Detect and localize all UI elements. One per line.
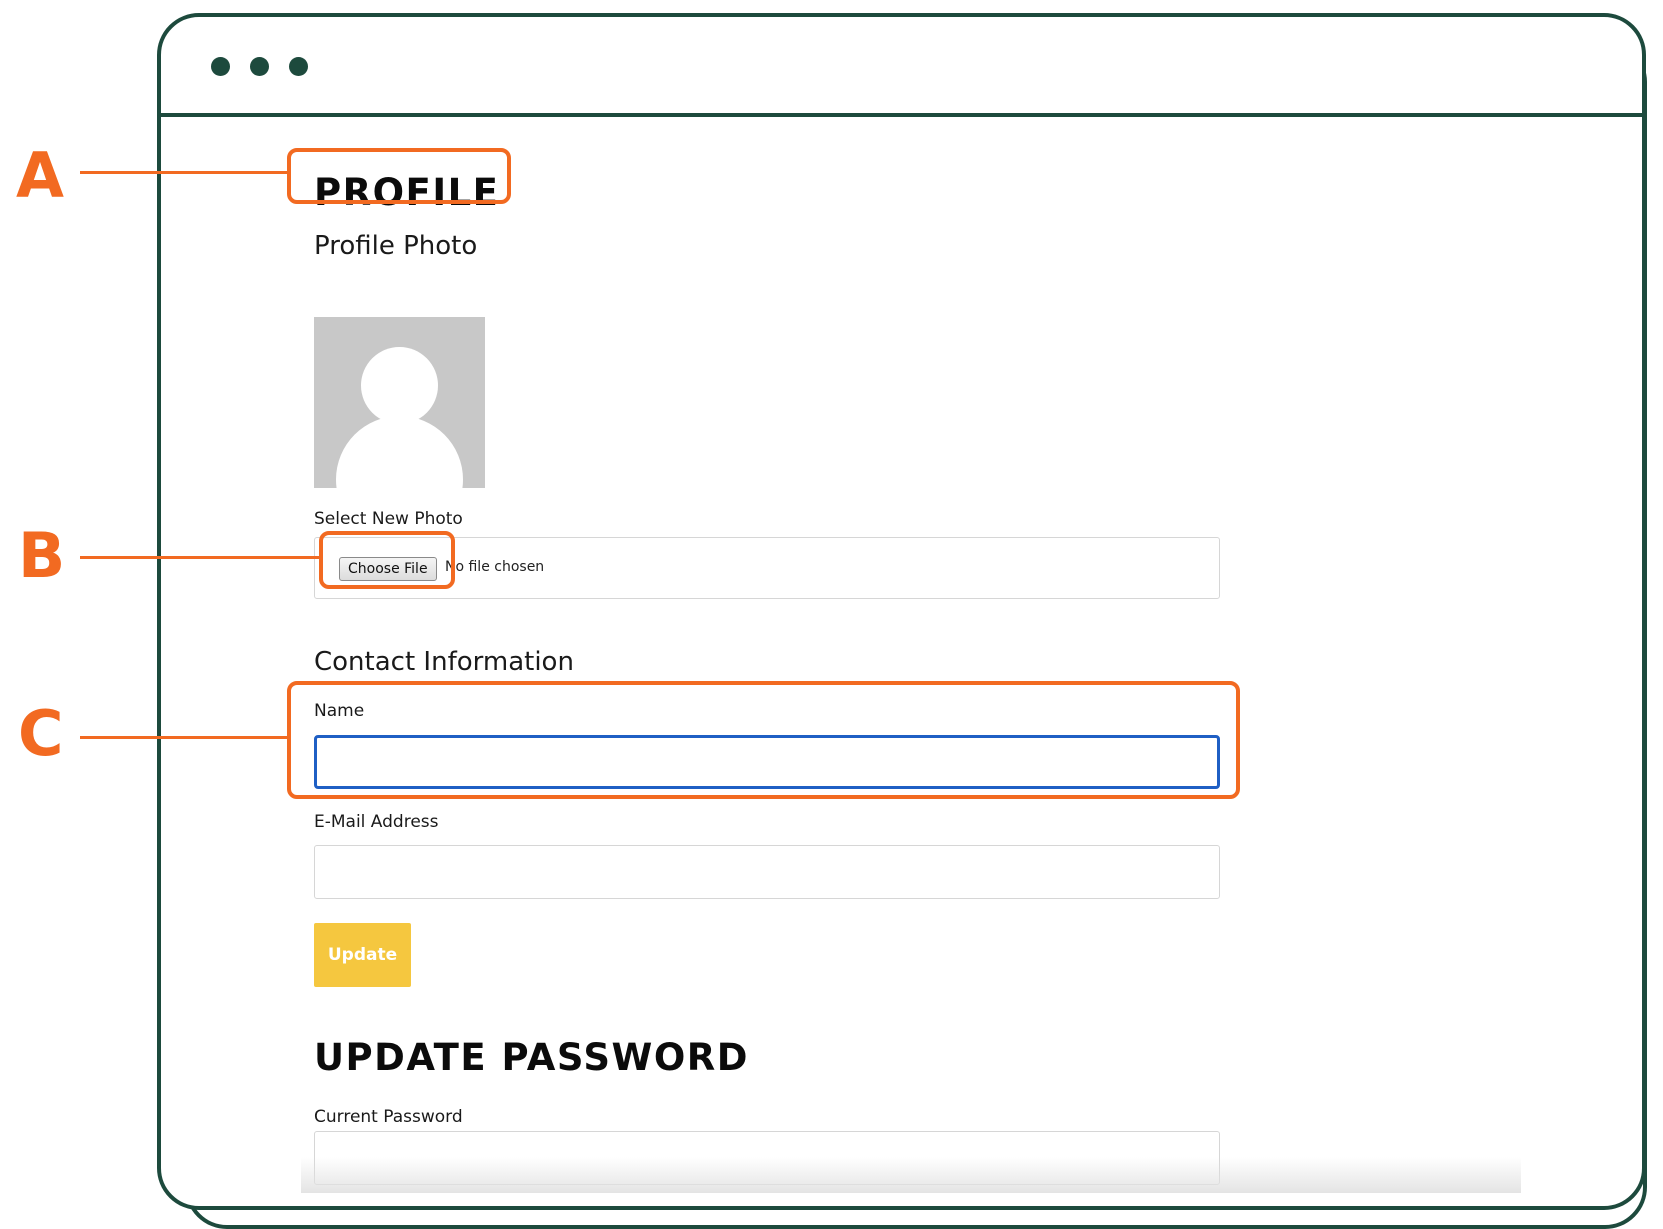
scroll-fade xyxy=(301,1157,1521,1193)
select-photo-label: Select New Photo xyxy=(314,509,463,529)
avatar-head xyxy=(361,347,438,424)
email-field[interactable] xyxy=(314,845,1220,899)
contact-information-heading: Contact Information xyxy=(314,647,574,677)
file-status-text: No file chosen xyxy=(445,559,545,575)
current-password-label: Current Password xyxy=(314,1107,463,1127)
illustration: PROFILE Profile Photo Select New Photo C… xyxy=(0,0,1663,1229)
annotation-c-box xyxy=(287,681,1240,799)
avatar-body xyxy=(336,416,463,488)
update-button[interactable]: Update xyxy=(314,923,411,987)
annotation-a-box xyxy=(287,148,511,204)
annotation-a-line xyxy=(80,171,288,174)
annotation-c-line xyxy=(80,736,288,739)
email-label: E-Mail Address xyxy=(314,812,439,832)
annotation-b-letter: B xyxy=(18,519,66,592)
annotation-b-box xyxy=(319,531,455,589)
profile-photo-heading: Profile Photo xyxy=(314,231,478,261)
annotation-a-letter: A xyxy=(16,139,64,212)
annotation-c-letter: C xyxy=(18,697,64,770)
annotation-b-line xyxy=(80,556,322,559)
avatar xyxy=(314,317,485,488)
update-password-heading: UPDATE PASSWORD xyxy=(314,1036,749,1079)
